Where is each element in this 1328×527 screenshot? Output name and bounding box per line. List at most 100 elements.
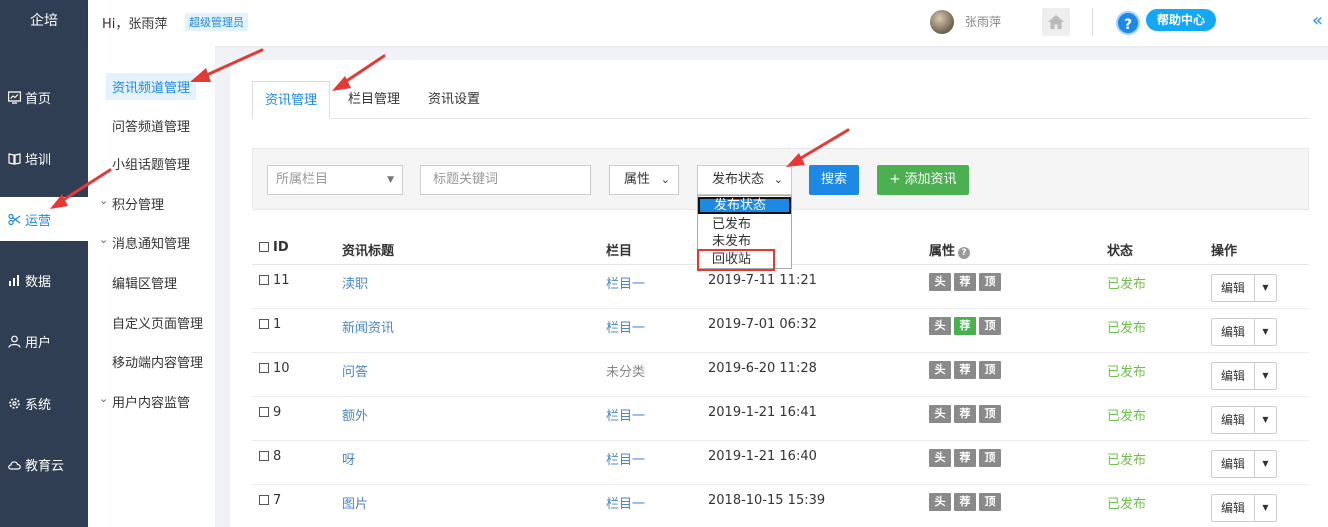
submenu-item-edit-area[interactable]: 编辑区管理 [112, 273, 177, 292]
row-title-link[interactable]: 新闻资讯 [342, 317, 394, 336]
caret-down-icon[interactable]: ▼ [1255, 407, 1276, 433]
row-title-link[interactable]: 呀 [342, 449, 355, 468]
status-option-all[interactable]: 发布状态 [698, 197, 791, 214]
attr-tag[interactable]: 头 [929, 493, 951, 511]
status-select[interactable]: 发布状态 ⌄ [697, 165, 792, 195]
row-checkbox[interactable] [259, 495, 269, 505]
tab-news-settings[interactable]: 资讯设置 [428, 81, 480, 119]
attr-tag[interactable]: 顶 [979, 449, 1001, 467]
row-status: 已发布 [1107, 321, 1147, 336]
row-attr-tags: 头荐顶 [929, 317, 1004, 335]
caret-down-icon[interactable]: ▼ [1255, 451, 1276, 477]
submenu-item-qa-channel[interactable]: 问答频道管理 [112, 116, 190, 135]
nav-item-data[interactable]: 数据 [0, 258, 88, 302]
row-title-link[interactable]: 渎职 [342, 273, 368, 292]
username[interactable]: 张雨萍 [965, 13, 1001, 30]
table-row: 7 图片 栏目一 2018-10-15 15:39 头荐顶 已发布 编辑 ▼ [252, 485, 1309, 527]
nav-item-system[interactable]: 系统 [0, 381, 88, 425]
brand-logo[interactable]: 企培 [0, 0, 88, 46]
submenu-item-points[interactable]: ⌄ 积分管理 [99, 194, 165, 213]
row-title-link[interactable]: 图片 [342, 493, 368, 512]
tab-news-management[interactable]: 资讯管理 [252, 81, 331, 119]
user-icon [7, 334, 21, 348]
row-category[interactable]: 未分类 [606, 361, 645, 380]
category-select[interactable]: 所属栏目 ▼ [267, 165, 403, 195]
attr-tag[interactable]: 荐 [954, 317, 976, 335]
avatar[interactable] [930, 10, 954, 34]
edit-button[interactable]: 编辑 [1212, 407, 1255, 433]
edit-button[interactable]: 编辑 [1212, 451, 1255, 477]
nav-item-training[interactable]: 培训 [0, 136, 88, 180]
submenu-label: 用户内容监管 [112, 396, 191, 411]
row-category[interactable]: 栏目一 [606, 273, 645, 292]
attr-tag[interactable]: 头 [929, 317, 951, 335]
caret-down-icon[interactable]: ▼ [1255, 495, 1276, 521]
attr-tag[interactable]: 头 [929, 449, 951, 467]
attr-tag[interactable]: 荐 [954, 405, 976, 423]
row-checkbox[interactable] [259, 407, 269, 417]
submenu-item-notifications[interactable]: ⌄ 消息通知管理 [99, 233, 190, 252]
submenu-item-mobile-content[interactable]: 移动端内容管理 [112, 352, 203, 371]
help-icon[interactable]: ? [1116, 11, 1140, 35]
row-title-link[interactable]: 问答 [342, 361, 368, 380]
help-center-button[interactable]: 帮助中心 [1146, 9, 1217, 31]
select-all-checkbox[interactable] [259, 242, 269, 252]
row-checkbox[interactable] [259, 319, 269, 329]
submenu-label: 积分管理 [112, 198, 165, 213]
attr-tag[interactable]: 荐 [954, 493, 976, 511]
nav-item-users[interactable]: 用户 [0, 319, 88, 363]
row-checkbox[interactable] [259, 363, 269, 373]
caret-down-icon[interactable]: ▼ [1255, 275, 1276, 301]
submenu-item-news-channel[interactable]: 资讯频道管理 [106, 73, 197, 100]
caret-down-icon[interactable]: ▼ [1255, 363, 1276, 389]
home-button[interactable] [1042, 8, 1070, 36]
edit-button-group: 编辑 ▼ [1211, 274, 1277, 302]
edit-button-group: 编辑 ▼ [1211, 318, 1277, 346]
attr-tag[interactable]: 顶 [979, 317, 1001, 335]
nav-item-operations[interactable]: 运营 [0, 197, 88, 241]
nav-item-edu-cloud[interactable]: 教育云 [0, 442, 88, 486]
status-option-published[interactable]: 已发布 [698, 216, 791, 233]
attr-tag[interactable]: 顶 [979, 493, 1001, 511]
attr-tag[interactable]: 荐 [954, 449, 976, 467]
help-icon[interactable]: ? [958, 247, 971, 259]
row-category[interactable]: 栏目一 [606, 493, 645, 512]
attr-tag[interactable]: 荐 [954, 273, 976, 291]
row-attr-tags: 头荐顶 [929, 449, 1004, 467]
home-icon [1048, 15, 1064, 29]
attr-tag[interactable]: 头 [929, 361, 951, 379]
tab-category-management[interactable]: 栏目管理 [348, 81, 400, 119]
edit-button[interactable]: 编辑 [1212, 363, 1255, 389]
attr-tag[interactable]: 顶 [979, 273, 1001, 291]
search-button[interactable]: 搜索 [809, 165, 859, 195]
attribute-select[interactable]: 属性 ⌄ [609, 165, 679, 195]
submenu-item-custom-pages[interactable]: 自定义页面管理 [112, 313, 203, 332]
row-category[interactable]: 栏目一 [606, 317, 645, 336]
row-checkbox[interactable] [259, 451, 269, 461]
submenu-item-group-topics[interactable]: 小组话题管理 [112, 154, 190, 173]
edit-button[interactable]: 编辑 [1212, 275, 1255, 301]
attr-tag[interactable]: 顶 [979, 405, 1001, 423]
row-checkbox[interactable] [259, 275, 269, 285]
row-title-link[interactable]: 额外 [342, 405, 368, 424]
status-option-unpublished[interactable]: 未发布 [698, 233, 791, 250]
submenu-item-user-content[interactable]: ⌄ 用户内容监管 [99, 392, 191, 411]
row-status: 已发布 [1107, 453, 1147, 468]
header-divider [1092, 8, 1093, 36]
nav-item-home[interactable]: 首页 [0, 75, 88, 119]
collapse-sidebar-icon[interactable]: « [1312, 10, 1323, 31]
edit-button[interactable]: 编辑 [1212, 495, 1255, 521]
nav-label: 教育云 [25, 458, 65, 474]
attr-tag[interactable]: 头 [929, 405, 951, 423]
attr-tag[interactable]: 头 [929, 273, 951, 291]
row-category[interactable]: 栏目一 [606, 449, 645, 468]
edit-button[interactable]: 编辑 [1212, 319, 1255, 345]
attr-tag[interactable]: 荐 [954, 361, 976, 379]
caret-down-icon[interactable]: ▼ [1255, 319, 1276, 345]
add-news-button[interactable]: + 添加资讯 [877, 165, 969, 195]
attr-tag[interactable]: 顶 [979, 361, 1001, 379]
row-date: 2019-7-01 06:32 [708, 317, 817, 332]
row-date: 2019-7-11 11:21 [708, 273, 817, 288]
row-category[interactable]: 栏目一 [606, 405, 645, 424]
keyword-input[interactable]: 标题关键词 [420, 165, 591, 195]
